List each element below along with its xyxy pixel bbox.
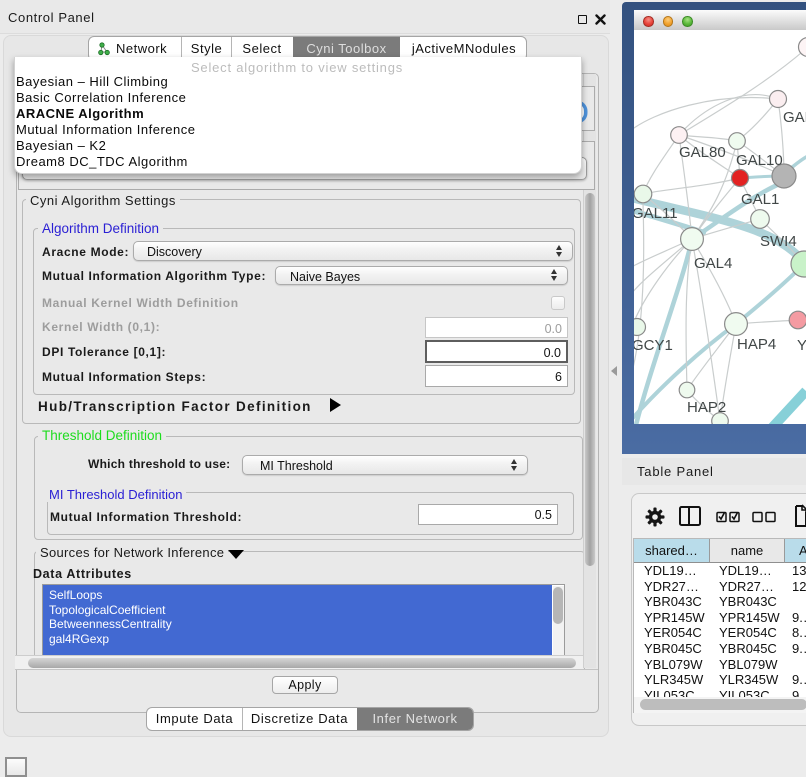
svg-text:GCY1: GCY1 [634,337,673,354]
svg-text:GAL11: GAL11 [634,205,678,222]
svg-text:SWI4: SWI4 [760,233,797,250]
svg-text:GAL7: GAL7 [783,109,806,126]
svg-text:GAL10: GAL10 [736,152,783,169]
svg-text:GAL4: GAL4 [694,255,732,272]
svg-text:GAL1: GAL1 [741,191,779,208]
svg-text:GAL80: GAL80 [679,144,726,161]
svg-text:Y: Y [797,337,806,354]
svg-text:HAP2: HAP2 [687,399,726,416]
svg-text:HAP4: HAP4 [737,336,776,353]
